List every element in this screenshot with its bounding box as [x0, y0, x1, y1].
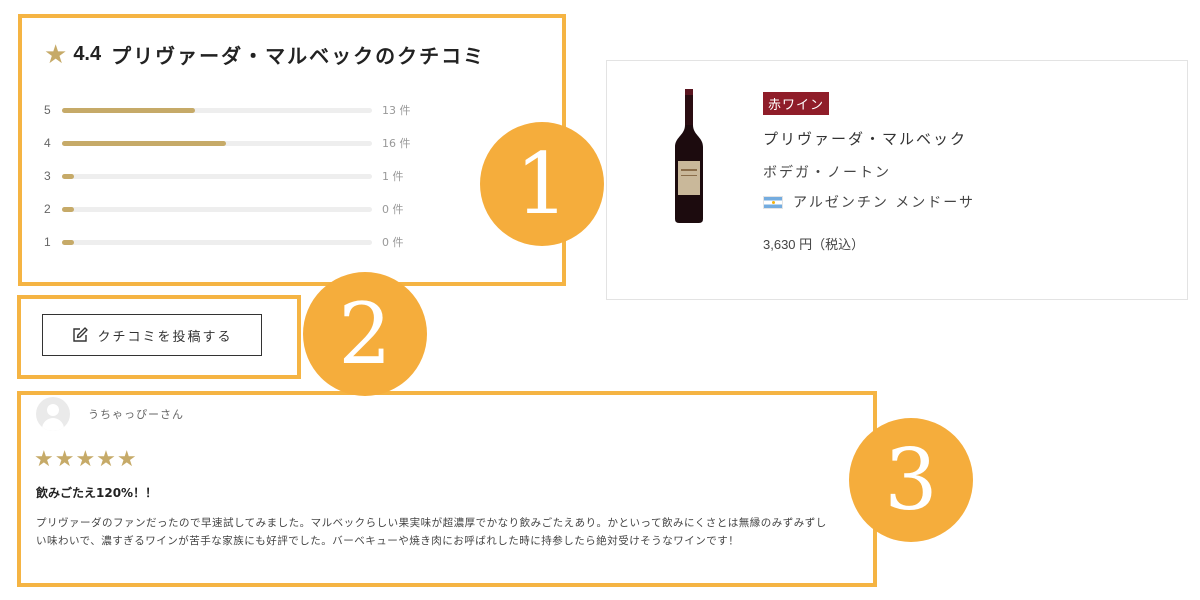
- star-level-label: 4: [44, 136, 51, 150]
- star-level-label: 5: [44, 103, 51, 117]
- review-count-label: 13 件: [382, 104, 411, 117]
- review-body: プリヴァーダのファンだったので早速試してみました。マルベックらしい果実味が超濃厚…: [36, 517, 827, 547]
- review-count-label: 0 件: [382, 203, 404, 216]
- annotation-badge-1: 1: [480, 122, 604, 246]
- rating-score: 4.4: [73, 43, 102, 65]
- distribution-bar-track: [62, 206, 372, 212]
- distribution-bar-fill: [62, 140, 227, 146]
- annotation-badge-3: 3: [849, 418, 973, 542]
- distribution-bar-track: [62, 173, 372, 179]
- distribution-bar-fill: [62, 206, 75, 212]
- rating-distribution-row-5: 5 13 件: [44, 100, 444, 120]
- star-level-label: 3: [44, 169, 51, 183]
- post-review-button[interactable]: クチコミを投稿する: [42, 314, 262, 356]
- product-card[interactable]: 赤ワイン プリヴァーダ・マルベック ボデガ・ノートン アルゼンチン メンドーサ …: [606, 60, 1188, 300]
- wine-type-badge: 赤ワイン: [763, 92, 830, 115]
- rating-heading: ★ 4.4 プリヴァーダ・マルベックのクチコミ: [44, 40, 485, 69]
- post-review-label: クチコミを投稿する: [97, 329, 233, 345]
- reviewer-name: うちゃっぴーさん: [88, 408, 184, 421]
- annotation-badge-2: 2: [303, 272, 427, 396]
- product-info: 赤ワイン プリヴァーダ・マルベック ボデガ・ノートン アルゼンチン メンドーサ …: [763, 92, 975, 253]
- star-level-label: 2: [44, 202, 51, 216]
- edit-icon: [73, 327, 89, 342]
- origin-label: アルゼンチン メンドーサ: [793, 195, 976, 211]
- distribution-bar-track: [62, 107, 372, 113]
- distribution-bar-track: [62, 140, 372, 146]
- wine-bottle-image: [675, 89, 703, 223]
- review-title: 飲みごたえ120%！！: [36, 486, 158, 500]
- producer-name: ボデガ・ノートン: [763, 165, 891, 181]
- review-count-label: 1 件: [382, 170, 404, 183]
- distribution-bar-fill: [62, 173, 75, 179]
- product-name[interactable]: プリヴァーダ・マルベック: [763, 128, 975, 149]
- argentina-flag-icon: [763, 195, 783, 209]
- distribution-bar-track: [62, 239, 372, 245]
- price: 3,630 円（税込）: [763, 237, 865, 252]
- rating-title: プリヴァーダ・マルベックのクチコミ: [111, 44, 486, 68]
- rating-distribution-row-1: 1 0 件: [44, 232, 444, 252]
- distribution-bar-fill: [62, 239, 75, 245]
- avatar: [36, 397, 70, 431]
- star-icon: ★: [44, 39, 68, 70]
- rating-distribution-row-3: 3 1 件: [44, 166, 444, 186]
- distribution-bar-fill: [62, 107, 196, 113]
- star-level-label: 1: [44, 235, 51, 249]
- review-count-label: 16 件: [382, 137, 411, 150]
- rating-distribution-row-4: 4 16 件: [44, 133, 444, 153]
- rating-distribution-row-2: 2 0 件: [44, 199, 444, 219]
- review-stars: ★★★★★: [34, 447, 138, 472]
- review-count-label: 0 件: [382, 236, 404, 249]
- origin: アルゼンチン メンドーサ: [763, 192, 975, 212]
